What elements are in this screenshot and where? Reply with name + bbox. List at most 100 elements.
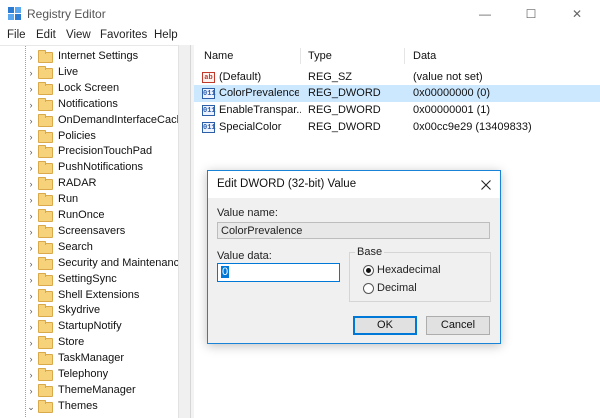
column-divider[interactable] <box>300 48 301 64</box>
chevron-right-icon[interactable]: › <box>26 338 36 348</box>
chevron-right-icon[interactable]: › <box>26 116 36 126</box>
tree-item[interactable]: › Security and Maintenance <box>0 256 190 272</box>
tree-item-label: RADAR <box>58 177 97 190</box>
menu-favorites[interactable]: Favorites <box>100 29 147 41</box>
hexadecimal-label[interactable]: Hexadecimal <box>377 264 441 276</box>
tree-scrollbar[interactable] <box>178 45 190 418</box>
chevron-right-icon[interactable]: › <box>26 322 36 332</box>
tree-item[interactable]: › Notifications <box>0 97 190 113</box>
tree-item-label: Live <box>58 65 79 78</box>
ok-button[interactable]: OK <box>353 316 417 335</box>
tree-item[interactable]: › ThemeManager <box>0 383 190 399</box>
maximize-button[interactable]: ☐ <box>508 0 554 27</box>
folder-icon <box>38 383 53 397</box>
chevron-right-icon[interactable]: › <box>26 179 36 189</box>
chevron-right-icon[interactable]: › <box>26 291 36 301</box>
chevron-down-icon[interactable]: ⌄ <box>26 402 36 412</box>
value-name: EnableTranspar... <box>219 104 301 116</box>
chevron-right-icon[interactable]: › <box>26 227 36 237</box>
value-row[interactable]: ab (Default) REG_SZ (value not set) <box>194 69 600 86</box>
chevron-right-icon[interactable]: › <box>26 52 36 62</box>
chevron-right-icon[interactable]: › <box>26 259 36 269</box>
value-data-input[interactable]: 0 <box>217 263 340 282</box>
chevron-right-icon[interactable]: › <box>26 163 36 173</box>
value-row[interactable]: 011 SpecialColor REG_DWORD 0x00cc9e29 (1… <box>194 119 600 136</box>
dialog-title-bar[interactable]: Edit DWORD (32-bit) Value <box>208 171 500 198</box>
menu-view[interactable]: View <box>66 29 91 41</box>
menu-help[interactable]: Help <box>154 29 178 41</box>
value-name: ColorPrevalence <box>219 87 299 99</box>
tree-item[interactable]: › Live <box>0 65 190 81</box>
folder-icon <box>38 272 53 286</box>
chevron-right-icon[interactable]: › <box>26 275 36 285</box>
chevron-right-icon[interactable]: › <box>26 211 36 221</box>
chevron-right-icon[interactable]: › <box>26 68 36 78</box>
decimal-radio[interactable] <box>363 283 374 294</box>
column-header-data[interactable]: Data <box>413 50 436 62</box>
folder-icon <box>38 224 53 238</box>
folder-icon <box>38 399 53 413</box>
tree-item[interactable]: ⌄ Themes <box>0 399 190 415</box>
tree-item[interactable]: › Lock Screen <box>0 81 190 97</box>
tree-item[interactable]: › RunOnce <box>0 208 190 224</box>
chevron-right-icon[interactable]: › <box>26 147 36 157</box>
tree-item[interactable]: › SettingSync <box>0 272 190 288</box>
folder-icon <box>38 320 53 334</box>
tree-item[interactable]: › RADAR <box>0 176 190 192</box>
folder-icon <box>38 352 53 366</box>
tree-item[interactable]: › TaskManager <box>0 351 190 367</box>
tree-item[interactable]: › Skydrive <box>0 303 190 319</box>
tree-item[interactable]: › Internet Settings <box>0 49 190 65</box>
tree-item[interactable]: › OnDemandInterfaceCach <box>0 113 190 129</box>
column-header-type[interactable]: Type <box>308 50 332 62</box>
value-name-label: Value name: <box>217 207 278 219</box>
registry-key-tree[interactable]: › Internet Settings › Live › Lock Screen › Noti… <box>0 45 190 418</box>
value-name: SpecialColor <box>219 121 282 133</box>
menu-file[interactable]: File <box>7 29 26 41</box>
string-value-icon: ab <box>202 72 215 83</box>
chevron-right-icon[interactable]: › <box>26 132 36 142</box>
tree-item-label: OnDemandInterfaceCach <box>58 113 183 126</box>
chevron-right-icon[interactable]: › <box>26 100 36 110</box>
minimize-button[interactable]: — <box>462 0 508 27</box>
folder-icon <box>38 240 53 254</box>
tree-item-label: Telephony <box>58 368 109 380</box>
tree-item[interactable]: › Search <box>0 240 190 256</box>
dialog-close-button[interactable] <box>472 171 500 198</box>
menu-edit[interactable]: Edit <box>36 29 56 41</box>
folder-icon <box>38 65 53 79</box>
chevron-right-icon[interactable]: › <box>26 386 36 396</box>
chevron-right-icon[interactable]: › <box>26 243 36 253</box>
tree-item[interactable]: › PrecisionTouchPad <box>0 144 190 160</box>
tree-item-label: StartupNotify <box>58 320 122 333</box>
chevron-right-icon[interactable]: › <box>26 195 36 205</box>
tree-item[interactable]: › PushNotifications <box>0 160 190 176</box>
tree-item-label: Notifications <box>58 97 118 110</box>
menu-bar: File Edit View Favorites Help <box>0 27 600 45</box>
tree-item[interactable]: › Shell Extensions <box>0 288 190 304</box>
tree-item-label: Search <box>58 240 93 253</box>
value-row-selected[interactable]: 011 ColorPrevalence REG_DWORD 0x00000000… <box>194 85 600 102</box>
close-button[interactable]: ✕ <box>554 0 600 27</box>
tree-item[interactable]: › Run <box>0 192 190 208</box>
value-type: REG_SZ <box>308 71 353 83</box>
tree-item[interactable]: › StartupNotify <box>0 319 190 335</box>
folder-icon <box>38 304 53 318</box>
chevron-right-icon[interactable]: › <box>26 84 36 94</box>
folder-icon <box>38 193 53 207</box>
tree-item[interactable]: › Screensavers <box>0 224 190 240</box>
value-type: REG_DWORD <box>308 121 381 133</box>
tree-item[interactable]: › Store <box>0 335 190 351</box>
cancel-button[interactable]: Cancel <box>426 316 490 335</box>
column-header-name[interactable]: Name <box>204 50 233 62</box>
chevron-right-icon[interactable]: › <box>26 370 36 380</box>
decimal-label[interactable]: Decimal <box>377 282 417 294</box>
chevron-right-icon[interactable]: › <box>26 306 36 316</box>
tree-item[interactable]: › Policies <box>0 129 190 145</box>
value-row[interactable]: 011 EnableTranspar... REG_DWORD 0x000000… <box>194 102 600 119</box>
hexadecimal-radio[interactable] <box>363 265 374 276</box>
chevron-right-icon[interactable]: › <box>26 354 36 364</box>
column-divider[interactable] <box>404 48 405 64</box>
folder-icon <box>38 97 53 111</box>
tree-item[interactable]: › Telephony <box>0 367 190 383</box>
